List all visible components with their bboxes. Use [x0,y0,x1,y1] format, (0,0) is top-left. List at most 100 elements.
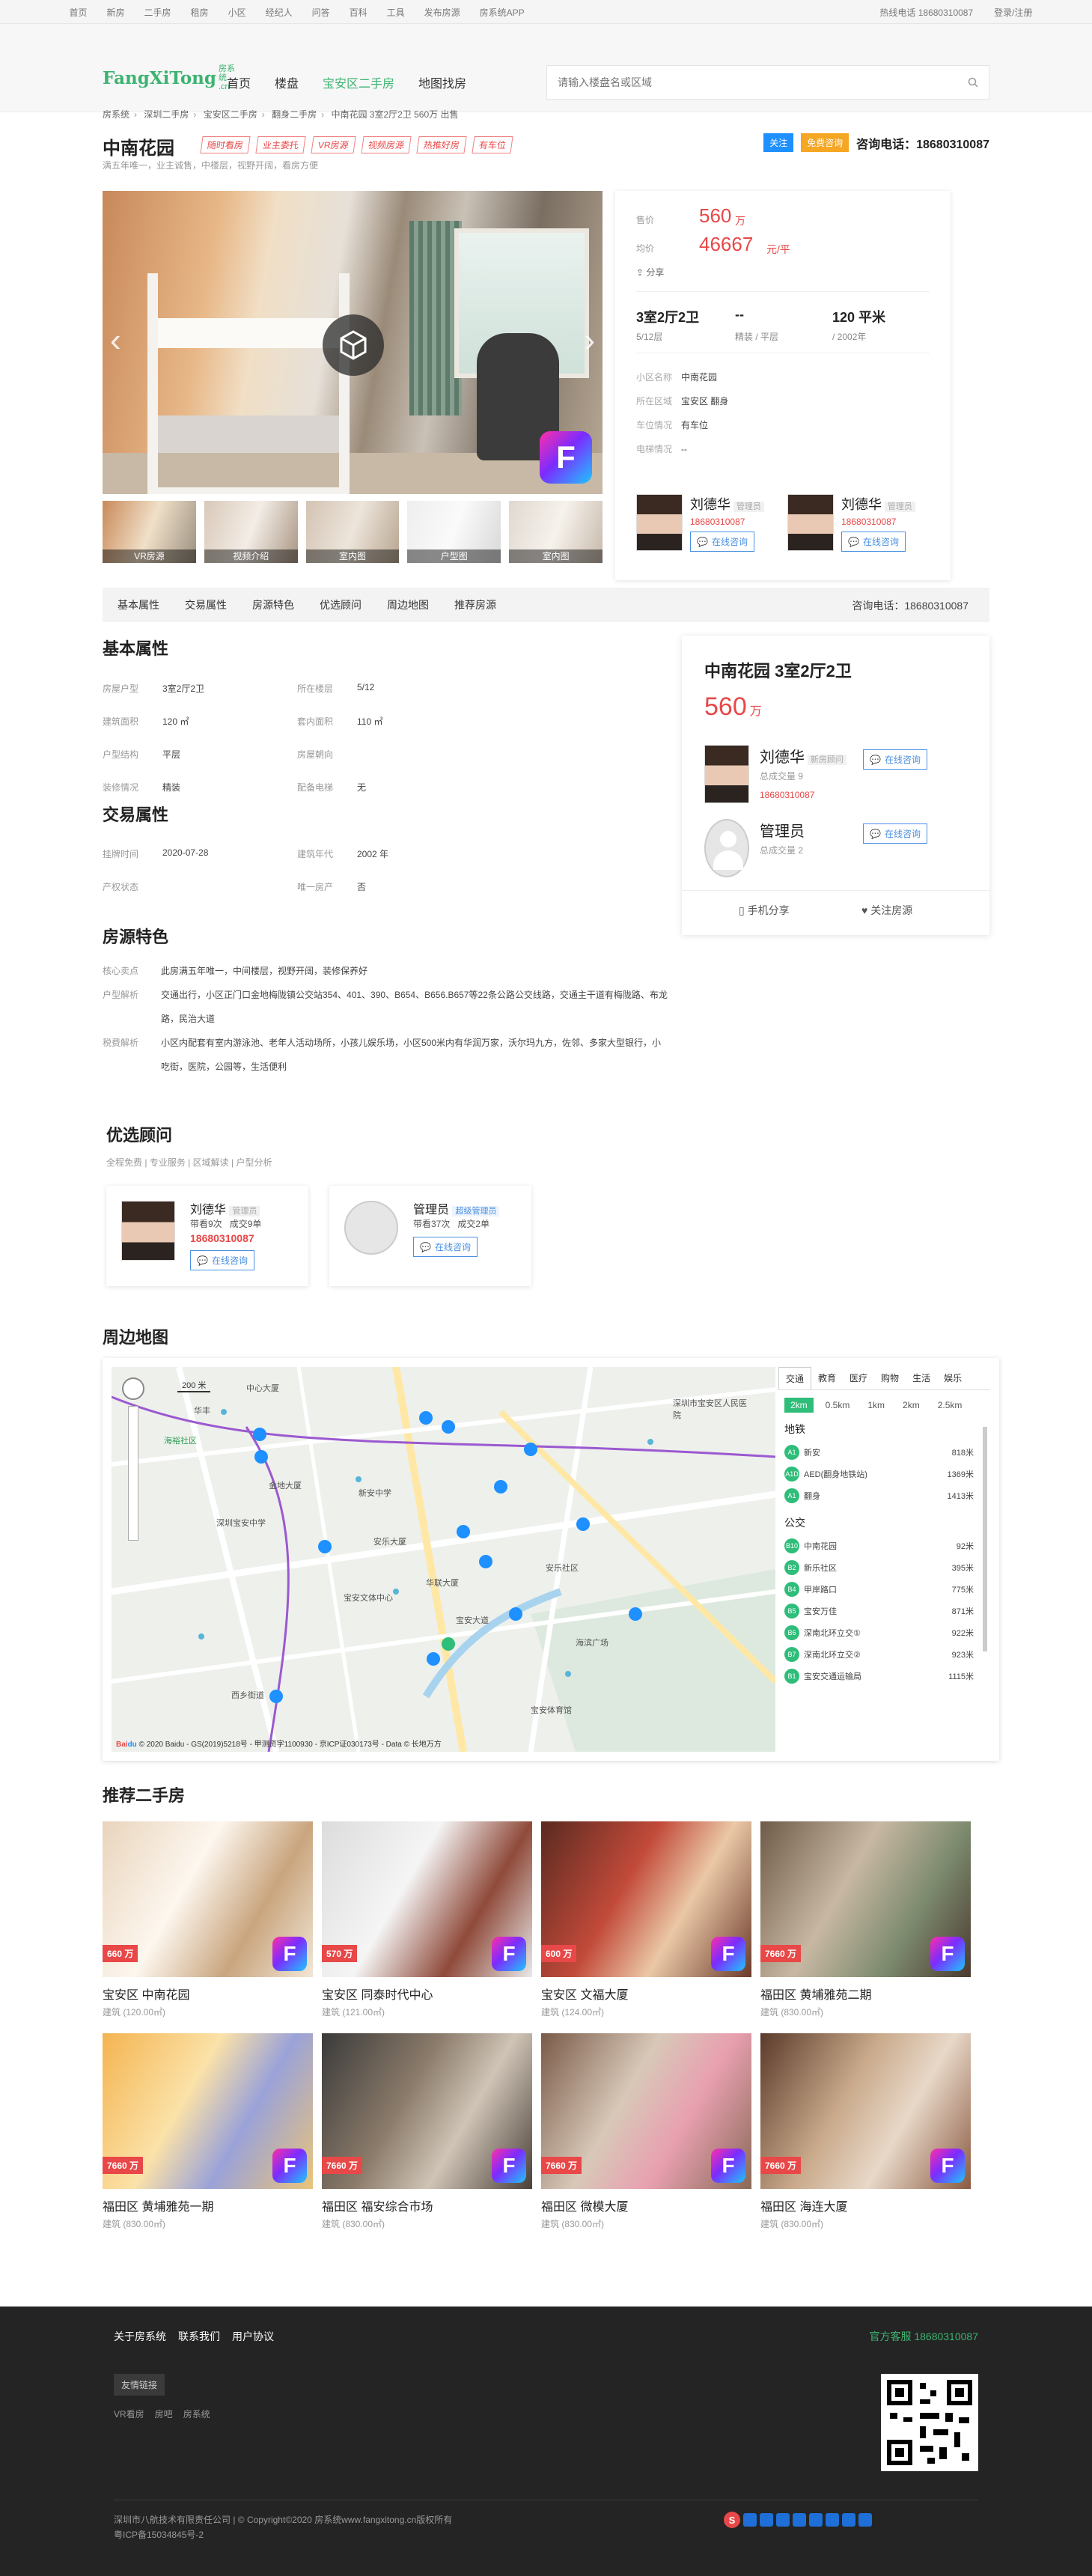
distance-option[interactable]: 2km [897,1398,926,1413]
top-nav-item[interactable]: 首页 [60,6,97,19]
agent-name[interactable]: 刘德华 [760,749,805,766]
default-avatar-icon[interactable] [704,819,749,877]
recommend-card[interactable]: 7660 万F 福田区 福安综合市场 建筑 (830.00㎡) [322,2033,532,2230]
top-nav-item[interactable]: 工具 [377,6,415,19]
main-nav-buildings[interactable]: 楼盘 [275,73,299,91]
toolbar-icon[interactable] [793,2513,806,2527]
next-arrow-icon[interactable]: › [584,322,595,359]
online-consult-button[interactable]: 💬 在线咨询 [863,749,927,770]
poi-row[interactable]: B7 深南北环立交② 923米 [778,1643,990,1665]
thumbnail[interactable]: 视频介绍 [204,501,298,563]
footer-link[interactable]: 关于房系统 [114,2329,166,2344]
top-nav-item[interactable]: 发布房源 [415,6,470,19]
distance-option[interactable]: 0.5km [820,1398,856,1413]
toolbar-icon[interactable] [842,2513,855,2527]
free-consult-button[interactable]: 免费咨询 [801,133,849,152]
map-pan-control[interactable] [122,1377,144,1400]
recommend-card[interactable]: 7660 万F 福田区 黄埔雅苑一期 建筑 (830.00㎡) [103,2033,313,2230]
top-nav-item[interactable]: 经纪人 [256,6,302,19]
top-nav-item[interactable]: 房系统APP [470,6,534,19]
recommend-card[interactable]: 7660 万F 福田区 黄埔雅苑二期 建筑 (830.00㎡) [760,1821,971,2018]
footer-link[interactable]: 用户协议 [232,2329,274,2344]
tab-features[interactable]: 房源特色 [252,597,294,612]
poi-row[interactable]: A1D AED(翻身地铁站) 1369米 [778,1463,990,1485]
poi-row[interactable]: B6 深南北环立交① 922米 [778,1622,990,1643]
recommend-card[interactable]: 600 万F 宝安区 文福大厦 建筑 (124.00㎡) [541,1821,751,2018]
main-photo[interactable]: ‹ › F [103,191,603,494]
avatar[interactable] [787,494,834,551]
recommend-card[interactable]: 7660 万F 福田区 海连大厦 建筑 (830.00㎡) [760,2033,971,2230]
top-nav-item[interactable]: 问答 [302,6,340,19]
logo[interactable]: FangXiTong 房系统 .cn [103,64,243,91]
map-zoom-slider[interactable] [128,1406,138,1541]
poi-row[interactable]: A1 翻身 1413米 [778,1485,990,1506]
top-nav-item[interactable]: 二手房 [135,6,181,19]
map-tab[interactable]: 交通 [778,1367,812,1389]
follow-house-button[interactable]: ♥ 关注房源 [861,903,912,918]
avatar[interactable] [121,1201,175,1261]
top-nav-item[interactable]: 小区 [219,6,256,19]
distance-option[interactable]: 2.5km [932,1398,969,1413]
recommend-card[interactable]: 660 万F 宝安区 中南花园 建筑 (120.00㎡) [103,1821,313,2018]
poi-row[interactable]: A1 新安 818米 [778,1441,990,1463]
avatar[interactable] [636,494,683,551]
distance-option[interactable]: 2km [784,1398,814,1413]
share-link[interactable]: ⇪ 分享 [636,266,664,278]
search-input[interactable] [558,76,917,88]
online-consult-button[interactable]: 💬 在线咨询 [690,532,754,552]
prev-arrow-icon[interactable]: ‹ [110,322,121,359]
poi-row[interactable]: B10 中南花园 92米 [778,1535,990,1556]
poi-row[interactable]: B4 甲岸路口 775米 [778,1578,990,1600]
recommend-card[interactable]: 570 万F 宝安区 同泰时代中心 建筑 (121.00㎡) [322,1821,532,2018]
map-tab[interactable]: 购物 [874,1367,906,1389]
map-canvas[interactable]: 中心大厦 华丰 深圳市宝安区人民医院 海裕社区 金地大厦 安乐大厦 华联大厦 宝… [112,1367,775,1752]
main-nav-map[interactable]: 地图找房 [418,73,466,91]
default-avatar-icon[interactable] [344,1201,398,1255]
toolbar-icon[interactable] [858,2513,872,2527]
thumbnail[interactable]: VR房源 [103,501,196,563]
sogou-icon[interactable]: S [724,2512,740,2528]
online-consult-button[interactable]: 💬 在线咨询 [413,1237,478,1257]
toolbar-icon[interactable] [776,2513,790,2527]
map-tab[interactable]: 医疗 [843,1367,874,1389]
toolbar-icon[interactable] [760,2513,773,2527]
scrollbar[interactable] [983,1427,987,1651]
top-nav-item[interactable]: 百科 [340,6,377,19]
map-tab[interactable]: 生活 [906,1367,937,1389]
friend-link[interactable]: 房吧 [155,2408,173,2420]
thumbnail[interactable]: 室内图 [305,501,400,563]
toolbar-icon[interactable] [809,2513,823,2527]
mobile-share-button[interactable]: ▯ 手机分享 [739,903,790,918]
follow-button[interactable]: 关注 [763,133,794,152]
main-nav-secondhand[interactable]: 宝安区二手房 [323,73,394,91]
tab-basic[interactable]: 基本属性 [118,597,159,612]
avatar[interactable] [704,745,749,803]
vr-play-icon[interactable] [323,314,384,376]
map-tab[interactable]: 教育 [811,1367,843,1389]
advisor-name[interactable]: 刘德华 [190,1204,226,1217]
advisor-name[interactable]: 管理员 [413,1204,449,1217]
online-consult-button[interactable]: 💬 在线咨询 [841,532,906,552]
top-nav-item[interactable]: 新房 [97,6,135,19]
agent-name[interactable]: 管理员 [760,819,805,841]
poi-row[interactable]: B2 新乐社区 395米 [778,1556,990,1578]
recommend-card[interactable]: 7660 万F 福田区 微模大厦 建筑 (830.00㎡) [541,2033,751,2230]
footer-link[interactable]: 联系我们 [178,2329,220,2344]
tab-advisors[interactable]: 优选顾问 [320,597,362,612]
agent-name[interactable]: 刘德华 [690,497,730,512]
poi-row[interactable]: B1 宝安交通运输局 1115米 [778,1665,990,1687]
search-icon[interactable] [968,77,978,88]
online-consult-button[interactable]: 💬 在线咨询 [190,1250,254,1270]
main-nav-home[interactable]: 首页 [227,73,251,91]
distance-option[interactable]: 1km [861,1398,891,1413]
toolbar-icon[interactable] [743,2513,757,2527]
agent-name[interactable]: 刘德华 [841,497,882,512]
online-consult-button[interactable]: 💬 在线咨询 [863,823,927,844]
tab-map[interactable]: 周边地图 [387,597,429,612]
login-link[interactable]: 登录/注册 [994,6,1032,19]
thumbnail[interactable]: 室内图 [509,501,603,563]
friend-link[interactable]: VR看房 [114,2408,144,2420]
thumbnail[interactable]: 户型图 [407,501,501,563]
map-tab[interactable]: 娱乐 [937,1367,969,1389]
friend-link[interactable]: 房系统 [183,2408,210,2420]
